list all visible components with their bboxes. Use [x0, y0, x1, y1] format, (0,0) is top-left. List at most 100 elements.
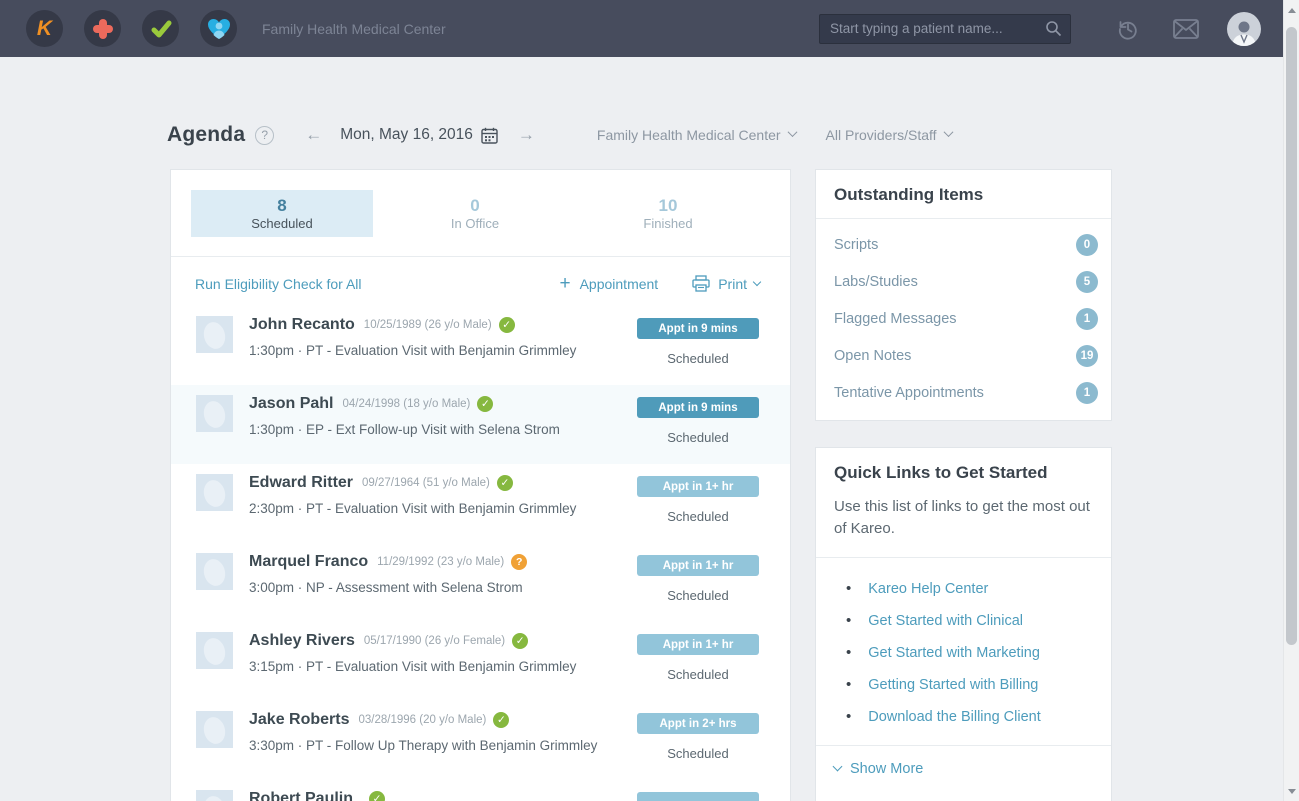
appointment-details: 1:30pm · PT - Evaluation Visit with Benj… — [249, 343, 577, 358]
appointment-status: Scheduled — [667, 351, 729, 366]
chevron-down-icon — [787, 127, 797, 138]
patient-search-input[interactable] — [830, 21, 1045, 36]
kareo-k-glyph: K — [36, 16, 53, 40]
quick-links-intro: Use this list of links to get the most o… — [816, 483, 1111, 558]
previous-day-arrow[interactable]: ← — [305, 125, 322, 145]
patient-dob: 09/27/1964 (51 y/o Male) — [362, 477, 490, 489]
stat-label: Scheduled — [251, 216, 313, 232]
appointment-status: Scheduled — [667, 667, 729, 682]
outstanding-items-list: Scripts 0 Labs/Studies 5 Flagged Message… — [816, 219, 1111, 420]
appointment-row[interactable]: Ashley Rivers 05/17/1990 (26 y/o Female)… — [171, 622, 790, 701]
practice-filter-dropdown[interactable]: Family Health Medical Center — [597, 127, 797, 143]
patient-name[interactable]: Jake Roberts — [249, 711, 350, 729]
appointment-timer-button[interactable]: Appt in 1+ hr — [637, 634, 759, 655]
kareo-logo-icon[interactable]: K — [26, 10, 63, 47]
appointment-timer-button[interactable]: Appt in 1+ hr — [637, 476, 759, 497]
appointment-stats: 8 Scheduled 0 In Office 10 Finished — [171, 170, 790, 257]
scrollbar-thumb[interactable] — [1286, 27, 1297, 645]
show-more-toggle[interactable]: Show More — [816, 746, 1111, 792]
appointment-row[interactable]: Robert Paulin — [171, 780, 790, 801]
printer-icon — [692, 275, 710, 292]
appointment-timer-button[interactable]: Appt in 2+ hrs — [637, 713, 759, 734]
stat-label: Finished — [643, 216, 693, 232]
chevron-down-icon — [832, 761, 843, 772]
next-day-arrow[interactable]: → — [518, 125, 535, 145]
appointment-timer-button[interactable] — [637, 792, 759, 801]
appointment-timer-button[interactable]: Appt in 9 mins — [637, 318, 759, 339]
patient-avatar — [196, 395, 233, 432]
quick-link-item[interactable]: • Get Started with Clinical — [816, 605, 1111, 637]
patient-avatar — [196, 316, 233, 353]
stat-tab[interactable]: 10 Finished — [577, 190, 759, 237]
quick-link-item[interactable]: • Download the Billing Client — [816, 701, 1111, 733]
quick-links-list: • Kareo Help Center • Get Started with C… — [816, 558, 1111, 746]
appointment-row[interactable]: Jason Pahl 04/24/1998 (18 y/o Male) 1:30… — [171, 385, 790, 464]
appointment-timer-button[interactable]: Appt in 1+ hr — [637, 555, 759, 576]
outstanding-item[interactable]: Open Notes 19 — [816, 337, 1111, 374]
patient-name[interactable]: Marquel Franco — [249, 553, 368, 571]
print-dropdown[interactable]: Print — [692, 275, 762, 292]
insurance-status-icon — [493, 712, 510, 728]
stat-tab[interactable]: 0 In Office — [384, 190, 566, 237]
quick-links-card: Quick Links to Get Started Use this list… — [815, 447, 1112, 801]
help-icon[interactable]: ? — [255, 125, 275, 145]
insurance-status-icon — [512, 633, 529, 649]
patient-dob: 05/17/1990 (26 y/o Female) — [363, 635, 506, 647]
outstanding-item-label: Tentative Appointments — [834, 384, 984, 401]
quick-link-item[interactable]: • Kareo Help Center — [816, 573, 1111, 605]
clinical-cross-icon[interactable] — [84, 10, 121, 47]
bullet-icon: • — [846, 708, 852, 725]
provider-filter-dropdown[interactable]: All Providers/Staff — [826, 127, 954, 143]
patient-name[interactable]: Edward Ritter — [249, 474, 353, 492]
agenda-header: Agenda ? ← Mon, May 16, 2016 → Family He… — [167, 119, 954, 151]
patient-heart-icon[interactable] — [200, 10, 237, 47]
outstanding-item[interactable]: Scripts 0 — [816, 226, 1111, 263]
patient-dob: 03/28/1996 (20 y/o Male) — [358, 714, 487, 726]
current-date[interactable]: Mon, May 16, 2016 — [340, 126, 473, 144]
patient-avatar — [196, 474, 233, 511]
appointment-row[interactable]: Marquel Franco 11/29/1992 (23 y/o Male) … — [171, 543, 790, 622]
scrollbar-up-arrow[interactable] — [1284, 2, 1299, 18]
quick-link-item[interactable]: • Get Started with Marketing — [816, 637, 1111, 669]
quick-link-item[interactable]: • Getting Started with Billing — [816, 669, 1111, 701]
patient-name[interactable]: Robert Paulin — [249, 790, 353, 801]
add-appointment-button[interactable]: + Appointment — [559, 274, 658, 293]
outstanding-item[interactable]: Labs/Studies 5 — [816, 263, 1111, 300]
quick-link-label: Get Started with Clinical — [868, 612, 1023, 629]
quick-link-label: Get Started with Marketing — [868, 644, 1040, 661]
appointment-row[interactable]: Jake Roberts 03/28/1996 (20 y/o Male) 3:… — [171, 701, 790, 780]
calendar-icon[interactable] — [481, 127, 498, 144]
recent-history-icon[interactable] — [1115, 16, 1141, 42]
appointment-timer-button[interactable]: Appt in 9 mins — [637, 397, 759, 418]
outstanding-items-title: Outstanding Items — [816, 170, 1111, 219]
patient-dob: 11/29/1992 (23 y/o Male) — [377, 556, 505, 568]
print-label: Print — [718, 275, 747, 292]
patient-avatar — [196, 711, 233, 748]
patient-name[interactable]: Jason Pahl — [249, 395, 333, 413]
count-badge: 5 — [1076, 270, 1098, 293]
appointment-row[interactable]: John Recanto 10/25/1989 (26 y/o Male) 1:… — [171, 306, 790, 385]
patient-avatar — [196, 553, 233, 590]
outstanding-item[interactable]: Tentative Appointments 1 — [816, 374, 1111, 411]
vertical-scrollbar[interactable] — [1283, 0, 1299, 801]
stat-tab[interactable]: 8 Scheduled — [191, 190, 373, 237]
patient-search[interactable] — [819, 13, 1071, 44]
insurance-status-icon — [477, 396, 494, 412]
outstanding-item-label: Open Notes — [834, 347, 912, 364]
appointment-status: Scheduled — [667, 746, 729, 761]
user-avatar[interactable] — [1227, 11, 1261, 46]
appointment-details: 3:15pm · PT - Evaluation Visit with Benj… — [249, 659, 577, 674]
appointment-row[interactable]: Edward Ritter 09/27/1964 (51 y/o Male) 2… — [171, 464, 790, 543]
stat-value: 0 — [470, 195, 480, 215]
billing-check-icon[interactable] — [142, 10, 179, 47]
search-icon[interactable] — [1045, 20, 1062, 37]
stat-value: 8 — [277, 195, 287, 215]
outstanding-item-label: Scripts — [834, 236, 879, 253]
outstanding-item[interactable]: Flagged Messages 1 — [816, 300, 1111, 337]
scrollbar-down-arrow[interactable] — [1284, 783, 1299, 799]
patient-name[interactable]: John Recanto — [249, 316, 355, 334]
quick-link-label: Getting Started with Billing — [868, 676, 1039, 693]
run-eligibility-link[interactable]: Run Eligibility Check for All — [195, 276, 362, 292]
messages-icon[interactable] — [1173, 16, 1199, 42]
patient-name[interactable]: Ashley Rivers — [249, 632, 355, 650]
